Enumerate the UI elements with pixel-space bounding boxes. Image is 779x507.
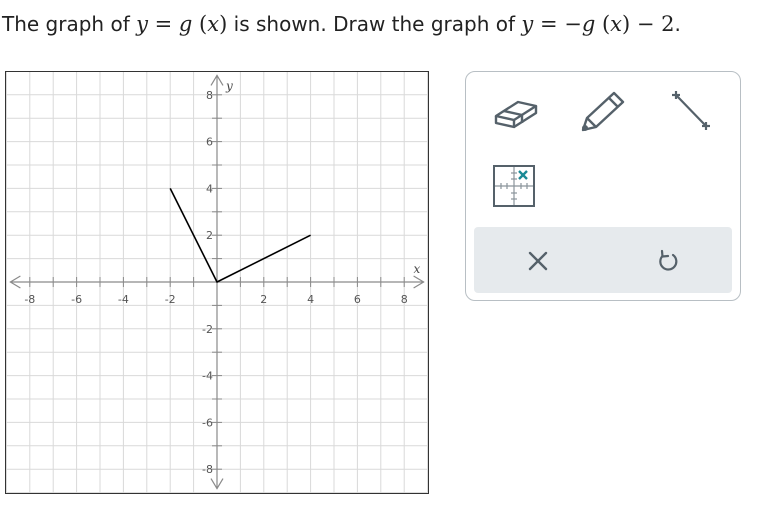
question-middle: is shown. Draw the graph of: [233, 12, 516, 36]
y-axis-label: y: [225, 79, 233, 93]
y-tick-label: 6: [206, 136, 213, 149]
clear-button[interactable]: [524, 247, 552, 275]
eraser-icon: [494, 100, 538, 129]
y-tick-label: 2: [206, 229, 213, 242]
point-tool-button[interactable]: [492, 164, 538, 210]
question-prefix: The graph of: [2, 12, 130, 36]
eraser-tool-button[interactable]: [490, 90, 544, 136]
x-tick-label: -2: [165, 293, 176, 306]
question-text: The graph of y = g (x) is shown. Draw th…: [2, 12, 681, 36]
y-tick-label: 4: [206, 182, 213, 195]
question-end: .: [674, 12, 681, 36]
y-tick-label: -8: [202, 463, 213, 476]
x-tick-label: 8: [401, 293, 408, 306]
undo-button[interactable]: [654, 247, 682, 275]
x-axis-label: x: [414, 262, 421, 276]
y-tick-label: -6: [202, 416, 213, 429]
pencil-icon: [581, 91, 625, 132]
x-tick-label: -8: [24, 293, 35, 306]
coordinate-graph[interactable]: -8 -6 -4 -2 2 4 6 8 8 6 4 2 -2 -4 -6 -8 x y: [5, 71, 429, 494]
line-segment-icon: [672, 91, 710, 130]
tick-labels: -8 -6 -4 -2 2 4 6 8 8 6 4 2 -2 -4 -6 -8 x y: [24, 79, 420, 476]
y-tick-label: 8: [206, 89, 213, 102]
y-tick-label: -2: [202, 323, 213, 336]
point-grid-icon: [493, 165, 535, 207]
x-tick-label: -4: [118, 293, 129, 306]
action-bar: [474, 227, 732, 293]
line-segment-tool-button[interactable]: [670, 88, 720, 132]
drawing-toolbox: [465, 71, 741, 301]
x-tick-label: 4: [307, 293, 314, 306]
y-tick-label: -4: [202, 370, 213, 383]
clear-x-icon: [528, 251, 548, 271]
x-tick-label: -6: [71, 293, 82, 306]
pencil-tool-button[interactable]: [578, 88, 628, 136]
undo-icon: [659, 249, 678, 271]
graph-canvas[interactable]: -8 -6 -4 -2 2 4 6 8 8 6 4 2 -2 -4 -6 -8 x y: [5, 71, 429, 494]
x-tick-label: 6: [354, 293, 361, 306]
given-function: y = g (x): [136, 12, 228, 36]
target-function: y = −g (x) − 2: [521, 12, 675, 36]
x-tick-label: 2: [260, 293, 267, 306]
